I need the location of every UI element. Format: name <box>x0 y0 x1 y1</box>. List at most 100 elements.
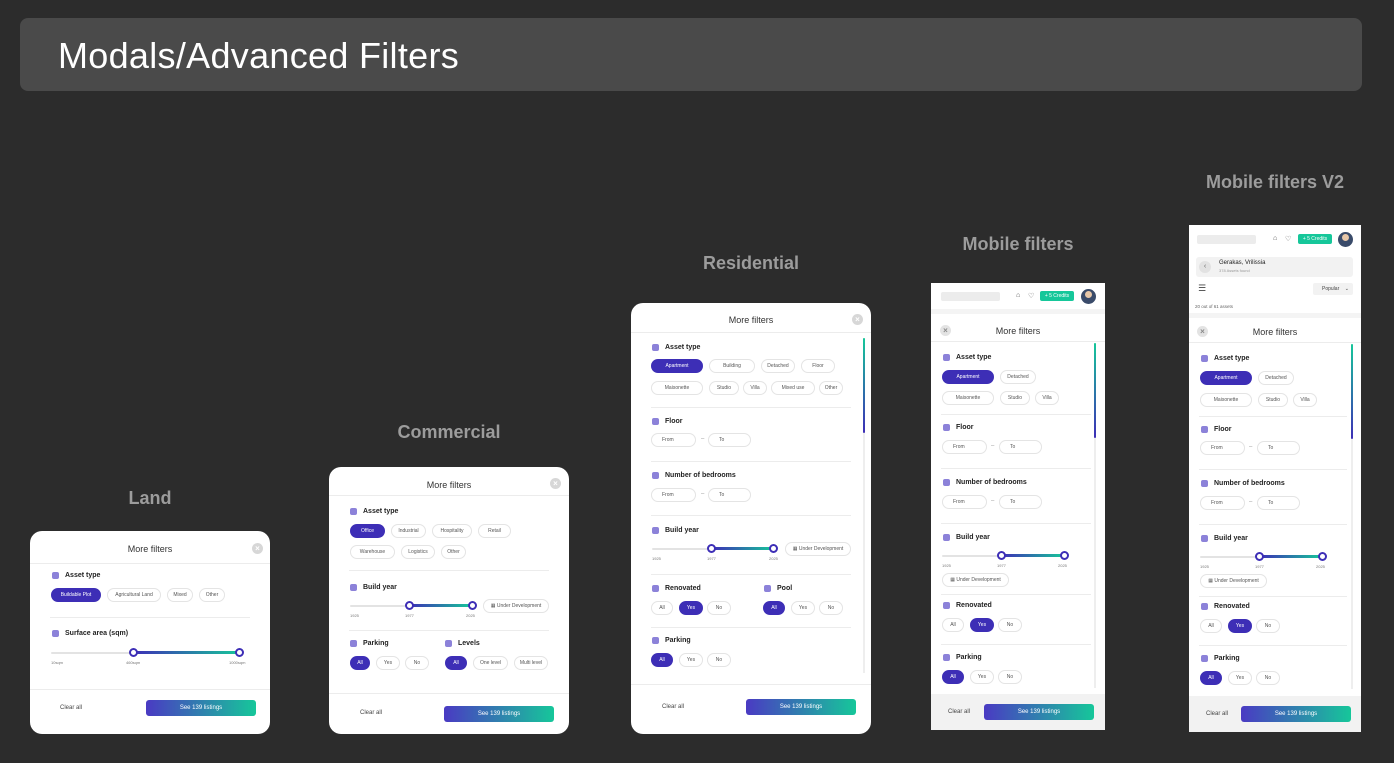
see-listings-button[interactable]: See 139 listings <box>444 706 554 722</box>
scrollbar[interactable] <box>863 338 865 673</box>
renovated-no[interactable]: No <box>1256 619 1280 633</box>
see-listings-button[interactable]: See 139 listings <box>984 704 1094 720</box>
parking-no[interactable]: No <box>707 653 731 667</box>
slider-min-handle[interactable] <box>405 601 414 610</box>
location-bar[interactable]: ‹ Gerakas, Vrilissia 378 Assets found <box>1196 257 1353 277</box>
avatar[interactable] <box>1081 289 1096 304</box>
floor-to-input[interactable]: To <box>708 433 751 447</box>
see-listings-button[interactable]: See 139 listings <box>746 699 856 715</box>
under-development-toggle[interactable]: ▦ Under Development <box>942 573 1009 587</box>
parking-no[interactable]: No <box>405 656 429 670</box>
slider-max-handle[interactable] <box>1060 551 1069 560</box>
levels-one-level[interactable]: One level <box>473 656 508 670</box>
renovated-yes[interactable]: Yes <box>970 618 994 632</box>
chip-office[interactable]: Office <box>350 524 385 538</box>
chip-detached[interactable]: Detached <box>761 359 795 373</box>
levels-multi-level[interactable]: Multi level <box>514 656 548 670</box>
chip-warehouse[interactable]: Warehouse <box>350 545 395 559</box>
chip-agricultural-land[interactable]: Agricultural Land <box>107 588 161 602</box>
floor-to-input[interactable]: To <box>999 440 1042 454</box>
parking-yes[interactable]: Yes <box>970 670 994 684</box>
chip-studio[interactable]: Studio <box>1258 393 1288 407</box>
renovated-no[interactable]: No <box>707 601 731 615</box>
parking-yes[interactable]: Yes <box>1228 671 1252 685</box>
slider-max-handle[interactable] <box>769 544 778 553</box>
filters-icon[interactable]: ☰ <box>1198 283 1206 294</box>
clear-all-button[interactable]: Clear all <box>60 705 82 711</box>
floor-from-input[interactable]: From <box>1200 441 1245 455</box>
renovated-all[interactable]: All <box>1200 619 1222 633</box>
parking-all[interactable]: All <box>350 656 370 670</box>
slider-min-handle[interactable] <box>707 544 716 553</box>
chip-apartment[interactable]: Apartment <box>1200 371 1252 385</box>
under-development-toggle[interactable]: ▦ Under Development <box>483 599 549 613</box>
renovated-no[interactable]: No <box>998 618 1022 632</box>
slider-max-handle[interactable] <box>235 648 244 657</box>
chip-detached[interactable]: Detached <box>1000 370 1036 384</box>
floor-to-input[interactable]: To <box>1257 441 1300 455</box>
parking-yes[interactable]: Yes <box>679 653 703 667</box>
credits-button[interactable]: + 5 Credits <box>1040 291 1074 301</box>
clear-all-button[interactable]: Clear all <box>662 704 684 710</box>
bedrooms-from-input[interactable]: From <box>651 488 696 502</box>
bedrooms-to-input[interactable]: To <box>708 488 751 502</box>
clear-all-button[interactable]: Clear all <box>360 710 382 716</box>
chip-retail[interactable]: Retail <box>478 524 511 538</box>
chip-mixed-use[interactable]: Mixed use <box>771 381 815 395</box>
floor-from-input[interactable]: From <box>942 440 987 454</box>
chip-other[interactable]: Other <box>441 545 466 559</box>
heart-icon[interactable]: ♡ <box>1028 292 1034 300</box>
parking-all[interactable]: All <box>1200 671 1222 685</box>
bedrooms-to-input[interactable]: To <box>1257 496 1300 510</box>
bedrooms-to-input[interactable]: To <box>999 495 1042 509</box>
floor-from-input[interactable]: From <box>651 433 696 447</box>
pool-no[interactable]: No <box>819 601 843 615</box>
chip-mixed[interactable]: Mixed <box>167 588 193 602</box>
slider-min-handle[interactable] <box>129 648 138 657</box>
see-listings-button[interactable]: See 139 listings <box>1241 706 1351 722</box>
close-icon[interactable]: × <box>852 314 863 325</box>
chip-studio[interactable]: Studio <box>1000 391 1030 405</box>
under-development-toggle[interactable]: ▦ Under Development <box>785 542 851 556</box>
parking-yes[interactable]: Yes <box>376 656 400 670</box>
chip-other[interactable]: Other <box>199 588 225 602</box>
parking-all[interactable]: All <box>942 670 964 684</box>
renovated-all[interactable]: All <box>651 601 673 615</box>
renovated-yes[interactable]: Yes <box>679 601 703 615</box>
chip-apartment[interactable]: Apartment <box>942 370 994 384</box>
parking-no[interactable]: No <box>1256 671 1280 685</box>
chip-other[interactable]: Other <box>819 381 843 395</box>
bedrooms-from-input[interactable]: From <box>942 495 987 509</box>
under-development-toggle[interactable]: ▦ Under Development <box>1200 574 1267 588</box>
chip-studio[interactable]: Studio <box>709 381 739 395</box>
chip-logistics[interactable]: Logistics <box>401 545 435 559</box>
chip-hospitality[interactable]: Hospitality <box>432 524 472 538</box>
pool-yes[interactable]: Yes <box>791 601 815 615</box>
chip-building[interactable]: Building <box>709 359 755 373</box>
heart-icon[interactable]: ♡ <box>1285 235 1291 243</box>
bell-icon[interactable]: ⌂ <box>1016 292 1020 299</box>
sort-select[interactable]: Popular ⌄ <box>1313 283 1353 295</box>
slider-min-handle[interactable] <box>1255 552 1264 561</box>
parking-no[interactable]: No <box>998 670 1022 684</box>
parking-all[interactable]: All <box>651 653 673 667</box>
back-arrow-icon[interactable]: ‹ <box>1199 261 1211 273</box>
renovated-yes[interactable]: Yes <box>1228 619 1252 633</box>
chip-industrial[interactable]: Industrial <box>391 524 426 538</box>
clear-all-button[interactable]: Clear all <box>1206 711 1228 717</box>
renovated-all[interactable]: All <box>942 618 964 632</box>
chip-maisonette[interactable]: Maisonette <box>1200 393 1252 407</box>
chip-maisonette[interactable]: Maisonette <box>942 391 994 405</box>
close-icon[interactable]: × <box>550 478 561 489</box>
scrollbar[interactable] <box>1351 344 1353 689</box>
chip-villa[interactable]: Villa <box>1035 391 1059 405</box>
levels-all[interactable]: All <box>445 656 467 670</box>
pool-all[interactable]: All <box>763 601 785 615</box>
chip-buildable-plot[interactable]: Buildable Plot <box>51 588 101 602</box>
chip-villa[interactable]: Villa <box>743 381 767 395</box>
bedrooms-from-input[interactable]: From <box>1200 496 1245 510</box>
chip-maisonette[interactable]: Maisonette <box>651 381 703 395</box>
chip-floor[interactable]: Floor <box>801 359 835 373</box>
see-listings-button[interactable]: See 139 listings <box>146 700 256 716</box>
close-icon[interactable]: × <box>252 543 263 554</box>
